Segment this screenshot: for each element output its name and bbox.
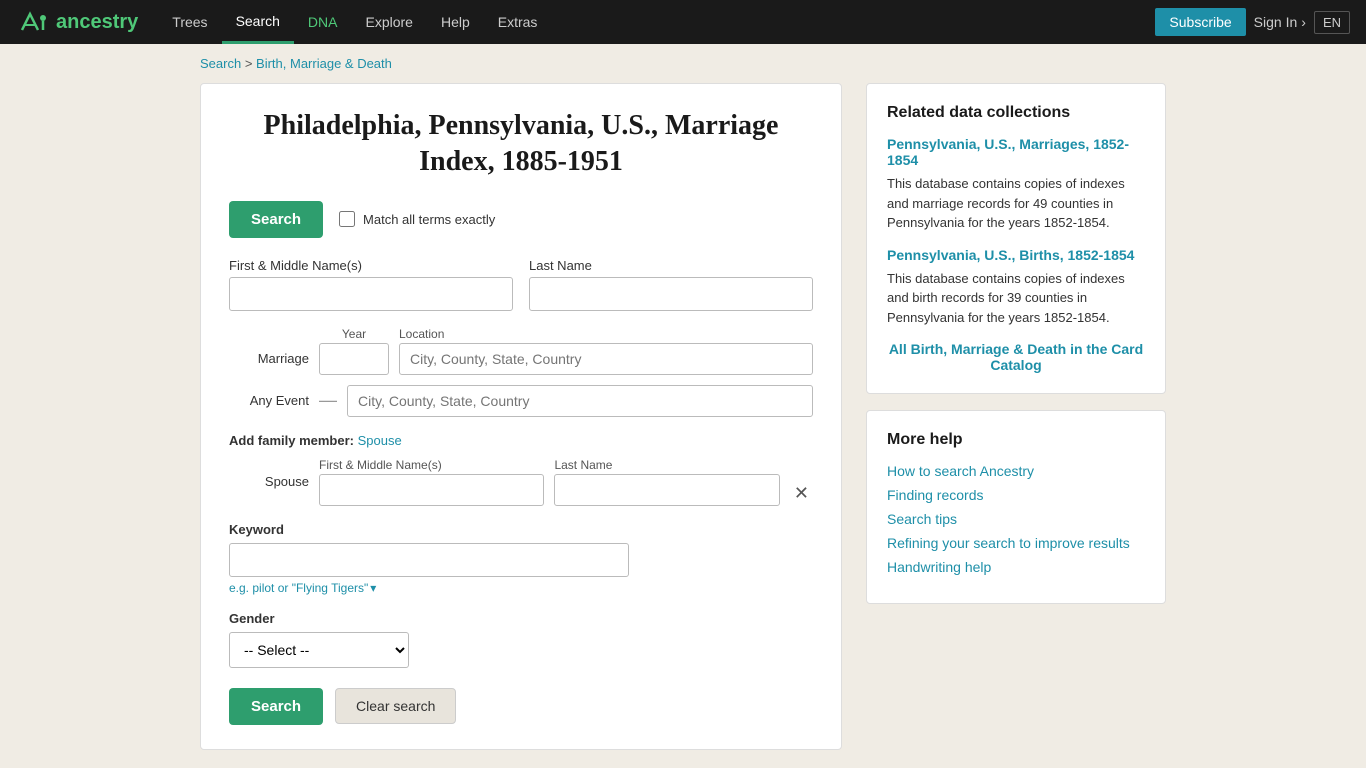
family-section: Add family member: Spouse Spouse First &… <box>229 433 813 506</box>
any-event-location-col <box>347 385 813 417</box>
help-title: More help <box>887 431 1145 449</box>
last-name-input[interactable] <box>529 277 813 311</box>
spouse-inputs: First & Middle Name(s) Last Name ✕ <box>319 458 813 506</box>
spouse-last-name-group: Last Name <box>554 458 779 506</box>
search-header: Search Match all terms exactly <box>229 201 813 238</box>
gender-label: Gender <box>229 611 813 626</box>
search-button-top[interactable]: Search <box>229 201 323 238</box>
last-name-group: Last Name <box>529 258 813 311</box>
dash-separator: — <box>319 390 337 411</box>
more-help-card: More help How to search Ancestry Finding… <box>866 410 1166 604</box>
nav-help[interactable]: Help <box>427 0 484 44</box>
breadcrumb: Search > Birth, Marriage & Death <box>0 44 1366 83</box>
help-link-2[interactable]: Search tips <box>887 511 1145 527</box>
related-link-0[interactable]: Pennsylvania, U.S., Marriages, 1852-1854 <box>887 136 1145 168</box>
related-link-1[interactable]: Pennsylvania, U.S., Births, 1852-1854 <box>887 247 1145 263</box>
breadcrumb-search[interactable]: Search <box>200 56 241 71</box>
nav-dna[interactable]: DNA <box>294 0 352 44</box>
related-title: Related data collections <box>887 104 1145 122</box>
language-button[interactable]: EN <box>1314 11 1350 34</box>
match-all-label[interactable]: Match all terms exactly <box>339 211 495 227</box>
nav-right: Subscribe Sign In › EN <box>1155 8 1350 36</box>
match-all-checkbox[interactable] <box>339 211 355 227</box>
any-event-row: Any Event — <box>229 385 813 417</box>
spouse-row: Spouse First & Middle Name(s) Last Name … <box>229 458 813 506</box>
nav-trees[interactable]: Trees <box>158 0 221 44</box>
main-layout: Philadelphia, Pennsylvania, U.S., Marria… <box>0 83 1366 750</box>
spouse-label: Spouse <box>229 474 309 489</box>
clear-search-button[interactable]: Clear search <box>335 688 456 724</box>
logo-text: ancestry <box>56 11 138 34</box>
keyword-hint[interactable]: e.g. pilot or "Flying Tigers" ▾ <box>229 581 813 595</box>
spouse-first-name-input[interactable] <box>319 474 544 506</box>
marriage-year-input[interactable] <box>319 343 389 375</box>
related-collections-card: Related data collections Pennsylvania, U… <box>866 83 1166 394</box>
signin-button[interactable]: Sign In › <box>1254 14 1306 30</box>
related-all-link[interactable]: All Birth, Marriage & Death in the Card … <box>887 341 1145 373</box>
year-header: Year <box>319 327 389 341</box>
spouse-link[interactable]: Spouse <box>358 433 402 448</box>
keyword-input[interactable] <box>229 543 629 577</box>
marriage-location-input[interactable] <box>399 343 813 375</box>
first-name-label: First & Middle Name(s) <box>229 258 513 273</box>
search-panel: Philadelphia, Pennsylvania, U.S., Marria… <box>200 83 842 750</box>
bottom-buttons: Search Clear search <box>229 688 813 725</box>
nav-links: Trees Search DNA Explore Help Extras <box>158 0 1155 44</box>
location-header: Location <box>399 327 813 341</box>
family-header: Add family member: Spouse <box>229 433 813 448</box>
keyword-section: Keyword e.g. pilot or "Flying Tigers" ▾ <box>229 522 813 595</box>
any-event-location-input[interactable] <box>347 385 813 417</box>
related-desc-1: This database contains copies of indexes… <box>887 269 1145 328</box>
event-headers: Year Location <box>229 327 813 341</box>
related-desc-0: This database contains copies of indexes… <box>887 174 1145 233</box>
spouse-first-name-label: First & Middle Name(s) <box>319 458 544 472</box>
marriage-row: Marriage <box>229 343 813 375</box>
first-name-input[interactable] <box>229 277 513 311</box>
page-title: Philadelphia, Pennsylvania, U.S., Marria… <box>229 108 813 181</box>
marriage-location-col <box>399 343 813 375</box>
help-link-4[interactable]: Handwriting help <box>887 559 1145 575</box>
spouse-first-name-group: First & Middle Name(s) <box>319 458 544 506</box>
search-button-bottom[interactable]: Search <box>229 688 323 725</box>
marriage-label: Marriage <box>229 351 309 366</box>
event-section: Year Location Marriage Any Event — <box>229 327 813 417</box>
right-panel: Related data collections Pennsylvania, U… <box>866 83 1166 604</box>
nav-explore[interactable]: Explore <box>351 0 426 44</box>
name-row: First & Middle Name(s) Last Name <box>229 258 813 311</box>
gender-section: Gender -- Select --MaleFemale <box>229 611 813 668</box>
last-name-label: Last Name <box>529 258 813 273</box>
help-link-1[interactable]: Finding records <box>887 487 1145 503</box>
nav-extras[interactable]: Extras <box>484 0 552 44</box>
logo[interactable]: ancestry <box>16 8 138 36</box>
spouse-last-name-input[interactable] <box>554 474 779 506</box>
help-link-3[interactable]: Refining your search to improve results <box>887 535 1145 551</box>
keyword-label: Keyword <box>229 522 813 537</box>
any-event-label: Any Event <box>229 393 309 408</box>
breadcrumb-section[interactable]: Birth, Marriage & Death <box>256 56 392 71</box>
navigation: ancestry Trees Search DNA Explore Help E… <box>0 0 1366 44</box>
nav-search[interactable]: Search <box>222 0 294 44</box>
marriage-year-col <box>319 343 389 375</box>
any-event-year-col: — <box>319 390 337 411</box>
remove-spouse-button[interactable]: ✕ <box>790 480 813 506</box>
help-link-0[interactable]: How to search Ancestry <box>887 463 1145 479</box>
subscribe-button[interactable]: Subscribe <box>1155 8 1245 36</box>
first-name-group: First & Middle Name(s) <box>229 258 513 311</box>
gender-select[interactable]: -- Select --MaleFemale <box>229 632 409 668</box>
spouse-last-name-label: Last Name <box>554 458 779 472</box>
